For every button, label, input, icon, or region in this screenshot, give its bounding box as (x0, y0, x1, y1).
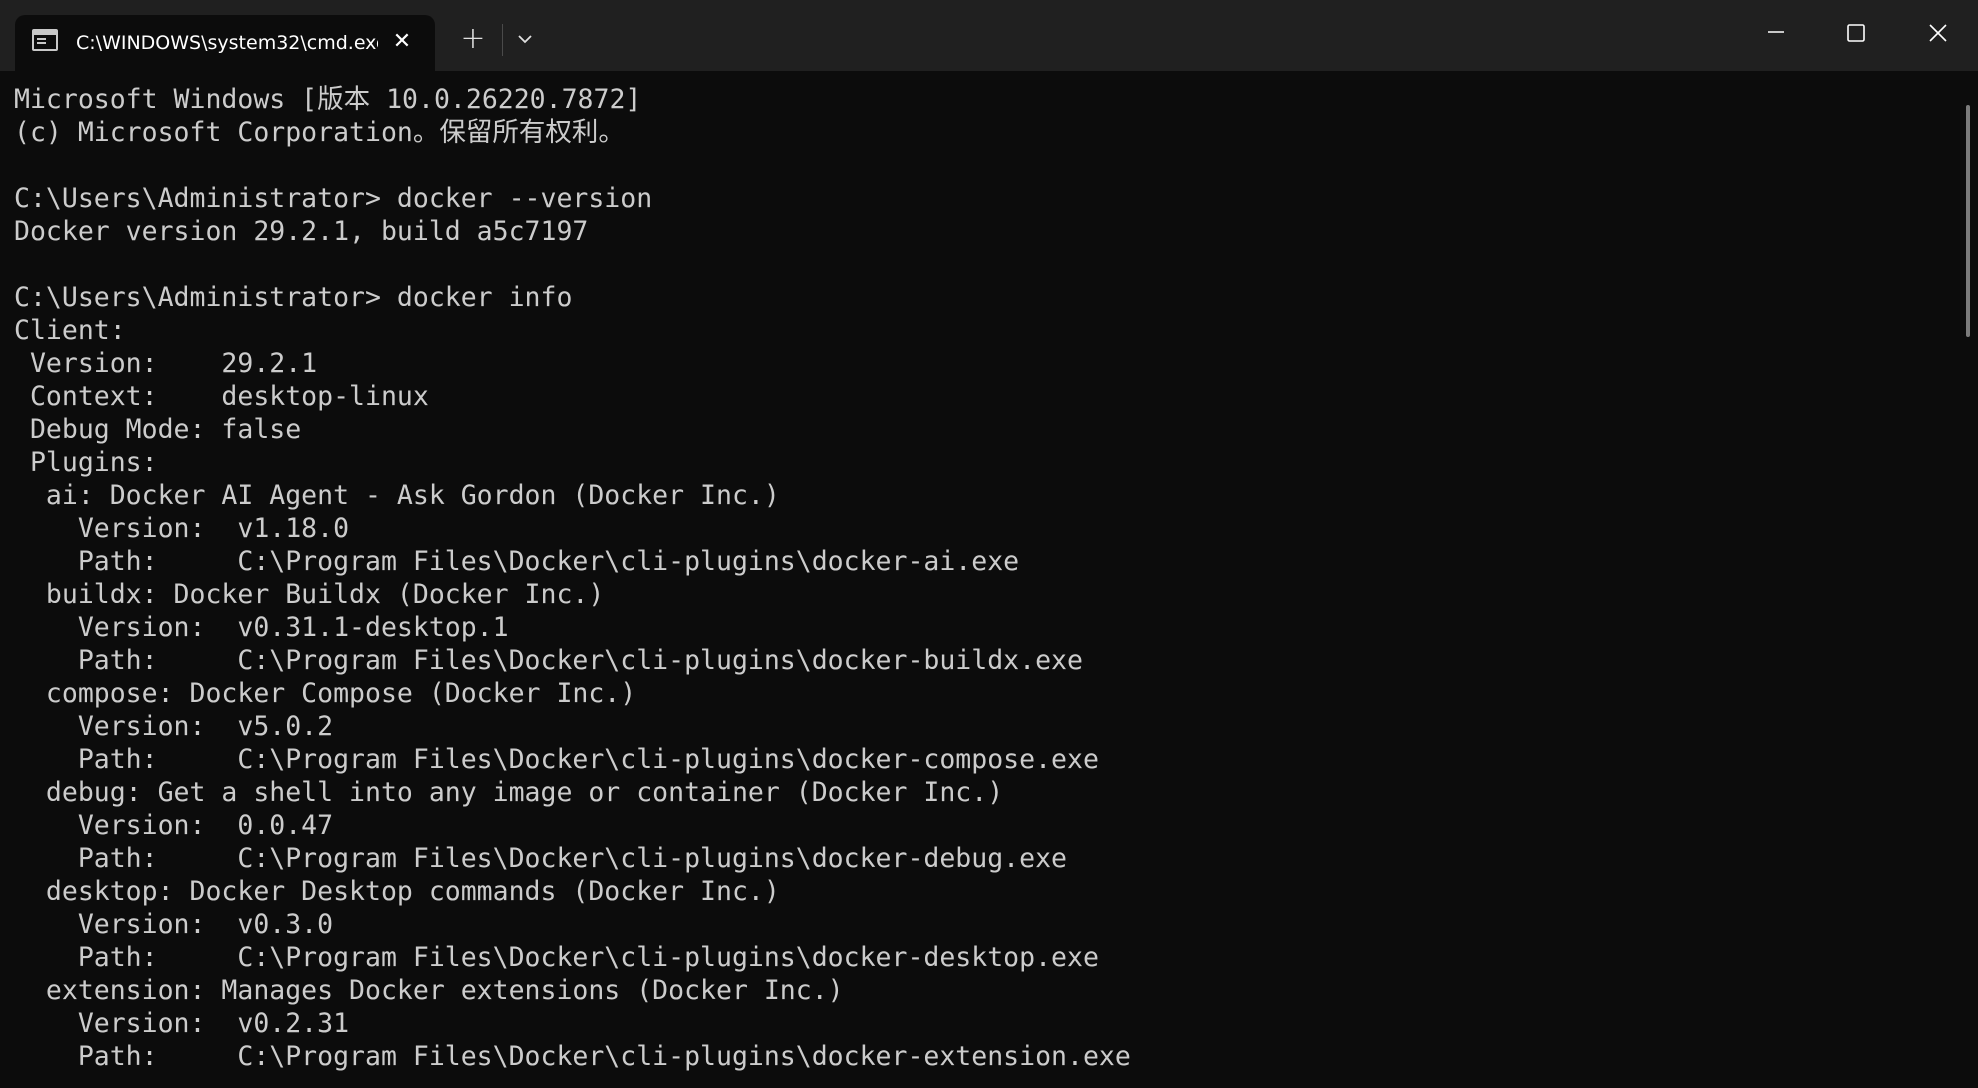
console-line: Path: C:\Program Files\Docker\cli-plugin… (14, 843, 1067, 874)
close-icon[interactable]: ✕ (387, 27, 417, 57)
tab-separator (502, 24, 503, 56)
console-line: (c) Microsoft Corporation。保留所有权利。 (14, 117, 625, 148)
chevron-down-icon[interactable] (508, 26, 542, 58)
terminal-icon (32, 29, 58, 51)
console-line: Microsoft Windows [版本 10.0.26220.7872] (14, 84, 642, 115)
console-line: Path: C:\Program Files\Docker\cli-plugin… (14, 744, 1099, 775)
console-line: C:\Users\Administrator> docker info (14, 282, 573, 313)
title-bar: C:\WINDOWS\system32\cmd.exe ✕ + (0, 0, 1978, 71)
scrollbar-thumb[interactable] (1966, 105, 1970, 337)
console-line: C:\Users\Administrator> docker --version (14, 183, 653, 214)
console-line: Version: v0.3.0 (14, 909, 334, 940)
console-line: Version: 29.2.1 (14, 348, 318, 379)
console-line: Path: C:\Program Files\Docker\cli-plugin… (14, 1041, 1131, 1072)
console-line: Debug Mode: false (14, 414, 302, 445)
plus-icon[interactable]: + (455, 22, 491, 58)
scrollbar[interactable] (1958, 71, 1978, 1088)
maximize-icon[interactable] (1828, 12, 1884, 56)
console-line: Version: v0.31.1-desktop.1 (14, 612, 509, 643)
console-line: Version: v1.18.0 (14, 513, 350, 544)
console-line: ai: Docker AI Agent - Ask Gordon (Docker… (14, 480, 780, 511)
console-line: Plugins: (14, 447, 158, 478)
console-line: debug: Get a shell into any image or con… (14, 777, 1004, 808)
console-line: compose: Docker Compose (Docker Inc.) (14, 678, 637, 709)
console-line: Path: C:\Program Files\Docker\cli-plugin… (14, 546, 1020, 577)
tab-cmd[interactable]: C:\WINDOWS\system32\cmd.exe ✕ (15, 15, 435, 71)
console-line: Version: 0.0.47 (14, 810, 334, 841)
console-line: Client: (14, 315, 126, 346)
console-line: Path: C:\Program Files\Docker\cli-plugin… (14, 645, 1083, 676)
console-line: Version: v5.0.2 (14, 711, 334, 742)
console-line: Version: v0.2.31 (14, 1008, 350, 1039)
minimize-icon[interactable] (1748, 12, 1804, 56)
console-line: Path: C:\Program Files\Docker\cli-plugin… (14, 942, 1099, 973)
console-line: Docker version 29.2.1, build a5c7197 (14, 216, 589, 247)
console-area[interactable]: Microsoft Windows [版本 10.0.26220.7872] (c… (0, 71, 1978, 1088)
console-line: buildx: Docker Buildx (Docker Inc.) (14, 579, 605, 610)
terminal-output: Microsoft Windows [版本 10.0.26220.7872] (c… (14, 83, 1131, 1073)
console-line: Context: desktop-linux (14, 381, 429, 412)
console-line: extension: Manages Docker extensions (Do… (14, 975, 844, 1006)
console-line: desktop: Docker Desktop commands (Docker… (14, 876, 780, 907)
close-window-icon[interactable] (1910, 12, 1966, 56)
tab-title: C:\WINDOWS\system32\cmd.exe (76, 32, 378, 54)
